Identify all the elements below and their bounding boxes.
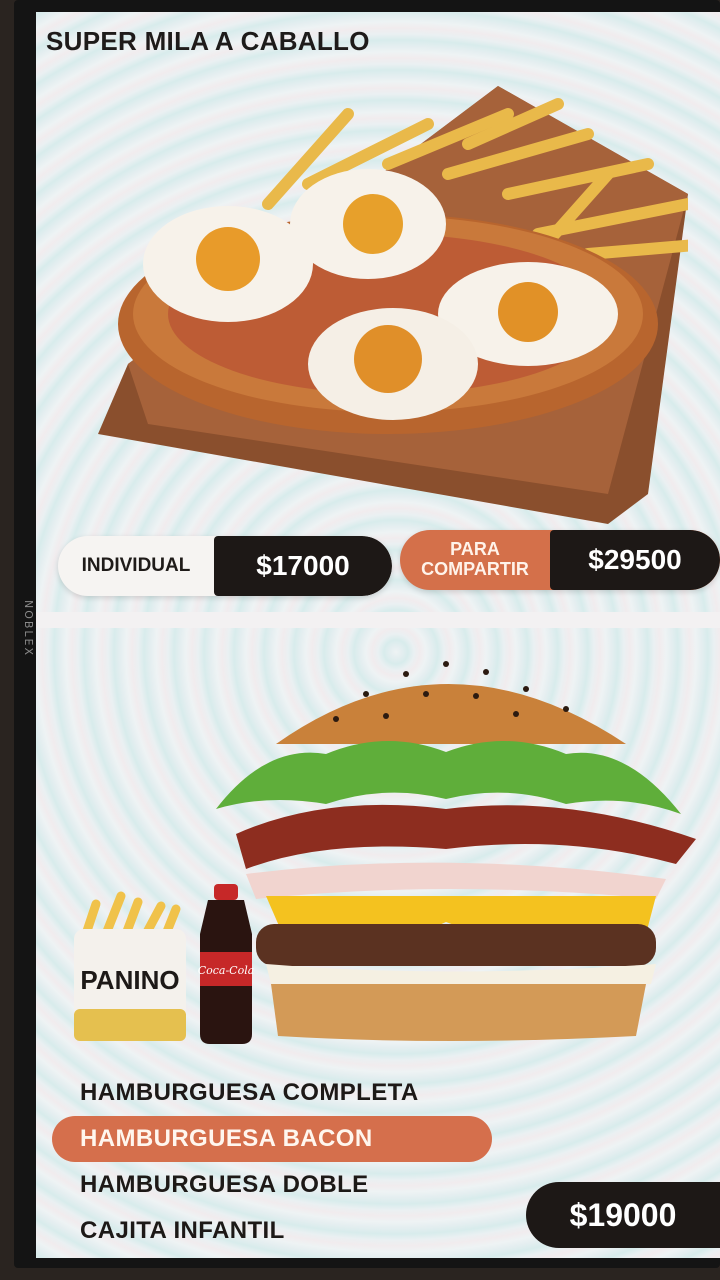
menu-item-cajita-infantil: CAJITA INFANTIL	[80, 1217, 285, 1244]
option-compartir-label-line2: COMPARTIR	[421, 559, 529, 579]
cola-brand-text: Coca-Cola	[198, 964, 255, 977]
milanesa-image	[98, 86, 688, 524]
option-compartir-price: $29500	[550, 530, 720, 590]
product-title: SUPER MILA A CABALLO	[46, 26, 370, 56]
option-individual-label: INDIVIDUAL	[81, 554, 191, 576]
burger-image: PANINO Coca-Cola	[74, 661, 696, 1044]
option-compartir-label-line1: PARA	[450, 539, 500, 560]
option-individual: INDIVIDUAL $17000	[58, 536, 392, 596]
section-divider	[36, 612, 720, 628]
menu-item-bacon: HAMBURGUESA BACON	[52, 1116, 492, 1162]
option-individual-price: $17000	[214, 536, 392, 596]
option-compartir-label: PARA COMPARTIR	[400, 530, 550, 590]
burger-price: $19000	[526, 1182, 720, 1248]
fries-brand-text: PANINO	[80, 965, 179, 995]
cola-bottle: Coca-Cola	[198, 884, 255, 1044]
burger-menu-list: HAMBURGUESA COMPLETA HAMBURGUESA BACON H…	[52, 1070, 492, 1254]
menu-item-doble: HAMBURGUESA DOBLE	[80, 1171, 369, 1198]
fries-box: PANINO	[74, 891, 186, 1041]
burger	[216, 661, 696, 1041]
option-compartir: PARA COMPARTIR $29500	[400, 530, 720, 590]
menu-screen: SUPER MILA A CABALLO INDIVIDUAL $17000 P…	[36, 12, 720, 1258]
tv-brand-label: NOBLEX	[22, 600, 35, 658]
menu-item-completa: HAMBURGUESA COMPLETA	[80, 1079, 419, 1106]
